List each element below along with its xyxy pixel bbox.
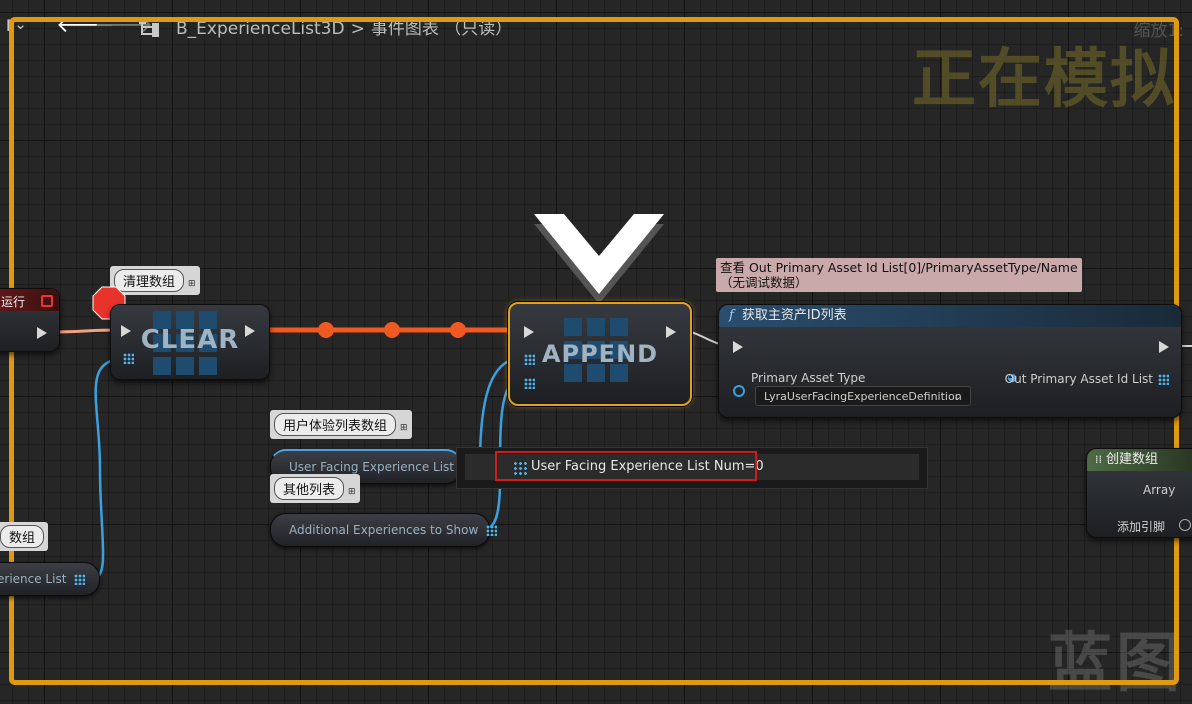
exec-out-pin[interactable]	[37, 327, 47, 339]
source-array-pin[interactable]	[524, 378, 535, 389]
func-node-title: 获取主资产ID列表	[741, 308, 847, 323]
append-array-node[interactable]: APPEND	[508, 302, 692, 406]
left-fragment-var[interactable]: erience List	[0, 562, 100, 596]
function-icon: f	[729, 308, 734, 323]
array-pin-icon[interactable]	[74, 574, 86, 585]
make-array-icon: ⁞⁞	[1095, 453, 1102, 466]
add-pin-icon[interactable]	[1179, 519, 1191, 531]
left-fragment-comment: 数组	[0, 522, 49, 551]
exec-in-pin[interactable]	[121, 325, 131, 337]
array-pin-icon[interactable]	[486, 525, 498, 536]
clear-array-node[interactable]: CLEAR	[110, 304, 270, 380]
tooltip-highlight	[495, 451, 757, 481]
asset-type-pin-icon[interactable]	[733, 385, 745, 397]
make-array-header: ⁞⁞ 创建数组	[1087, 449, 1192, 471]
additional-var-label: Additional Experiences to Show	[289, 523, 479, 537]
primary-asset-type-label: Primary Asset Type	[751, 371, 866, 385]
make-array-title: 创建数组	[1106, 452, 1159, 467]
func-node-header: f 获取主资产ID列表	[719, 305, 1181, 327]
other-list-comment: 其他列表 ⊞	[270, 474, 360, 503]
out-primary-asset-id-list-label: Out Primary Asset Id List	[1004, 372, 1153, 386]
watch-line-1: 查看 Out Primary Asset Id List[0]/PrimaryA…	[720, 260, 1078, 275]
array-out-pin[interactable]	[1158, 374, 1169, 385]
make-array-node[interactable]: ⁞⁞ 创建数组 Array 添加引脚	[1086, 448, 1192, 538]
user-array-comment: 用户体验列表数组 ⊞	[270, 410, 412, 439]
debug-value-tooltip: User Facing Experience List Num=0	[456, 447, 928, 489]
watch-line-2: （无调试数据）	[720, 275, 808, 290]
primary-asset-type-dropdown[interactable]: LyraUserFacingExperienceDefinition ⌄	[755, 386, 971, 406]
exec-in-pin[interactable]	[733, 341, 743, 353]
left-event-node[interactable]: 运行	[0, 288, 60, 352]
user-facing-var-label: User Facing Experience List	[289, 460, 454, 474]
append-title: APPEND	[541, 340, 659, 368]
delegate-pin-icon	[41, 295, 53, 307]
get-primary-asset-id-list-node[interactable]: f 获取主资产ID列表 Primary Asset Type LyraUserFa…	[718, 304, 1182, 418]
debug-step-arrow-icon	[534, 214, 664, 304]
exec-out-pin[interactable]	[1159, 341, 1169, 353]
left-node-label: 运行	[1, 295, 26, 309]
array-in-pin[interactable]	[123, 353, 134, 364]
exec-in-pin[interactable]	[524, 326, 534, 338]
array-output-label: Array	[1143, 483, 1176, 497]
exec-out-pin[interactable]	[666, 326, 676, 338]
add-pin-label[interactable]: 添加引脚	[1117, 518, 1165, 535]
watch-value-tip: 查看 Out Primary Asset Id List[0]/PrimaryA…	[716, 258, 1082, 292]
exec-out-pin[interactable]	[245, 325, 255, 337]
chevron-down-icon: ⌄	[952, 390, 962, 403]
target-array-pin[interactable]	[524, 354, 535, 365]
additional-var-node[interactable]: Additional Experiences to Show	[270, 513, 498, 547]
